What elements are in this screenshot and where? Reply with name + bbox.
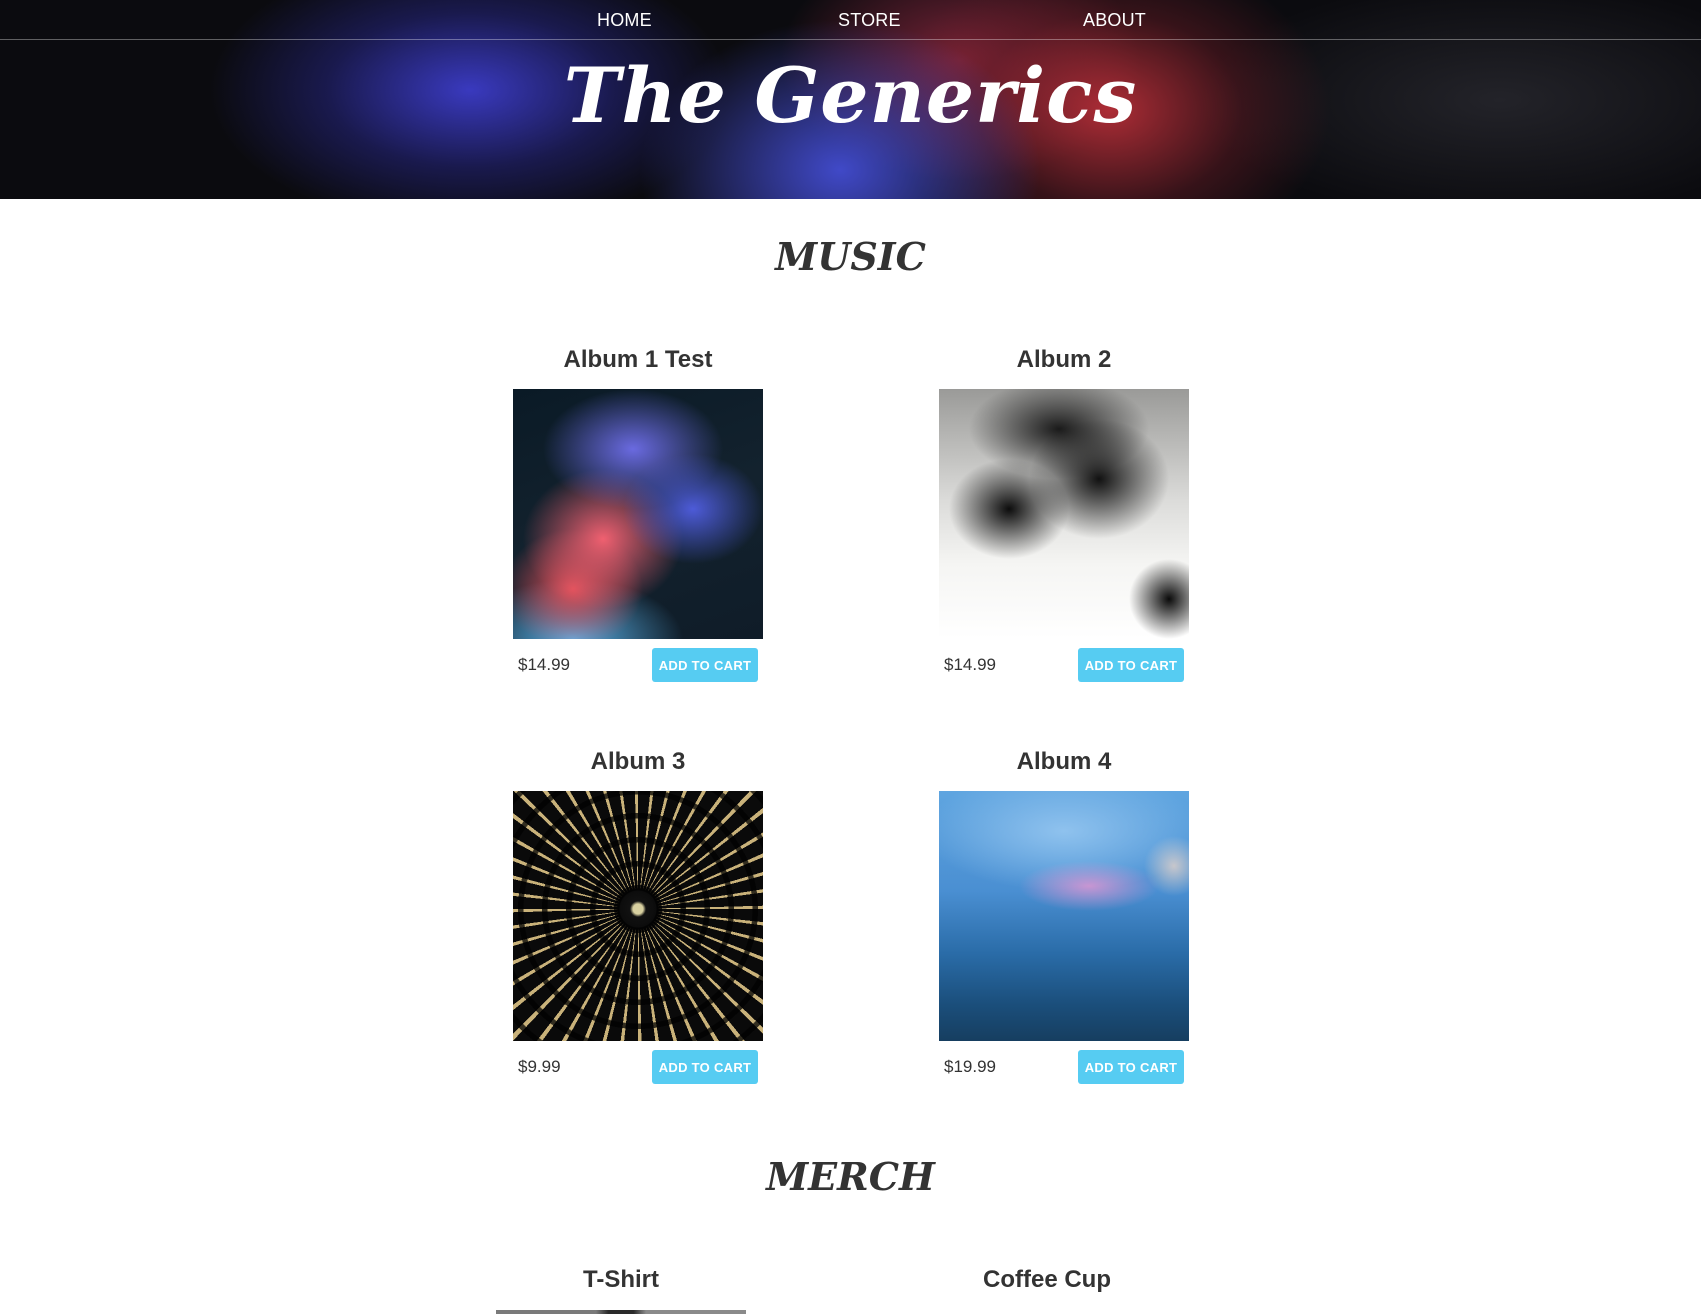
nav-link-store[interactable]: STORE <box>838 10 901 31</box>
album-cover-image <box>939 791 1189 1041</box>
nav-link-home[interactable]: HOME <box>597 10 652 31</box>
music-section-title: MUSIC <box>775 234 926 279</box>
album-cover-image <box>939 389 1189 639</box>
merch-section-title: MERCH <box>766 1154 935 1199</box>
band-name-heading: The Generics <box>563 51 1138 140</box>
add-to-cart-button[interactable]: ADD TO CART <box>652 1050 758 1084</box>
album-price: $14.99 <box>518 655 570 674</box>
add-to-cart-button[interactable]: ADD TO CART <box>1078 1050 1184 1084</box>
album-price: $9.99 <box>518 1057 561 1076</box>
album-cover-image <box>513 389 763 639</box>
merch-image <box>496 1310 746 1314</box>
album-title: Album 1 Test <box>563 346 713 373</box>
add-to-cart-button[interactable]: ADD TO CART <box>652 648 758 682</box>
top-nav: HOME STORE ABOUT <box>0 0 1701 40</box>
page-header: HOME STORE ABOUT The Generics <box>0 0 1701 199</box>
album-cover-image <box>513 791 763 1041</box>
album-price: $19.99 <box>944 1057 996 1076</box>
merch-title: Coffee Cup <box>983 1266 1111 1293</box>
merch-title: T-Shirt <box>583 1266 659 1293</box>
add-to-cart-button[interactable]: ADD TO CART <box>1078 648 1184 682</box>
album-title: Album 3 <box>590 748 686 775</box>
album-cover-detail <box>513 791 763 1041</box>
album-title: Album 2 <box>1016 346 1112 373</box>
album-title: Album 4 <box>1016 748 1112 775</box>
album-price: $14.99 <box>944 655 996 674</box>
nav-link-about[interactable]: ABOUT <box>1083 10 1146 31</box>
